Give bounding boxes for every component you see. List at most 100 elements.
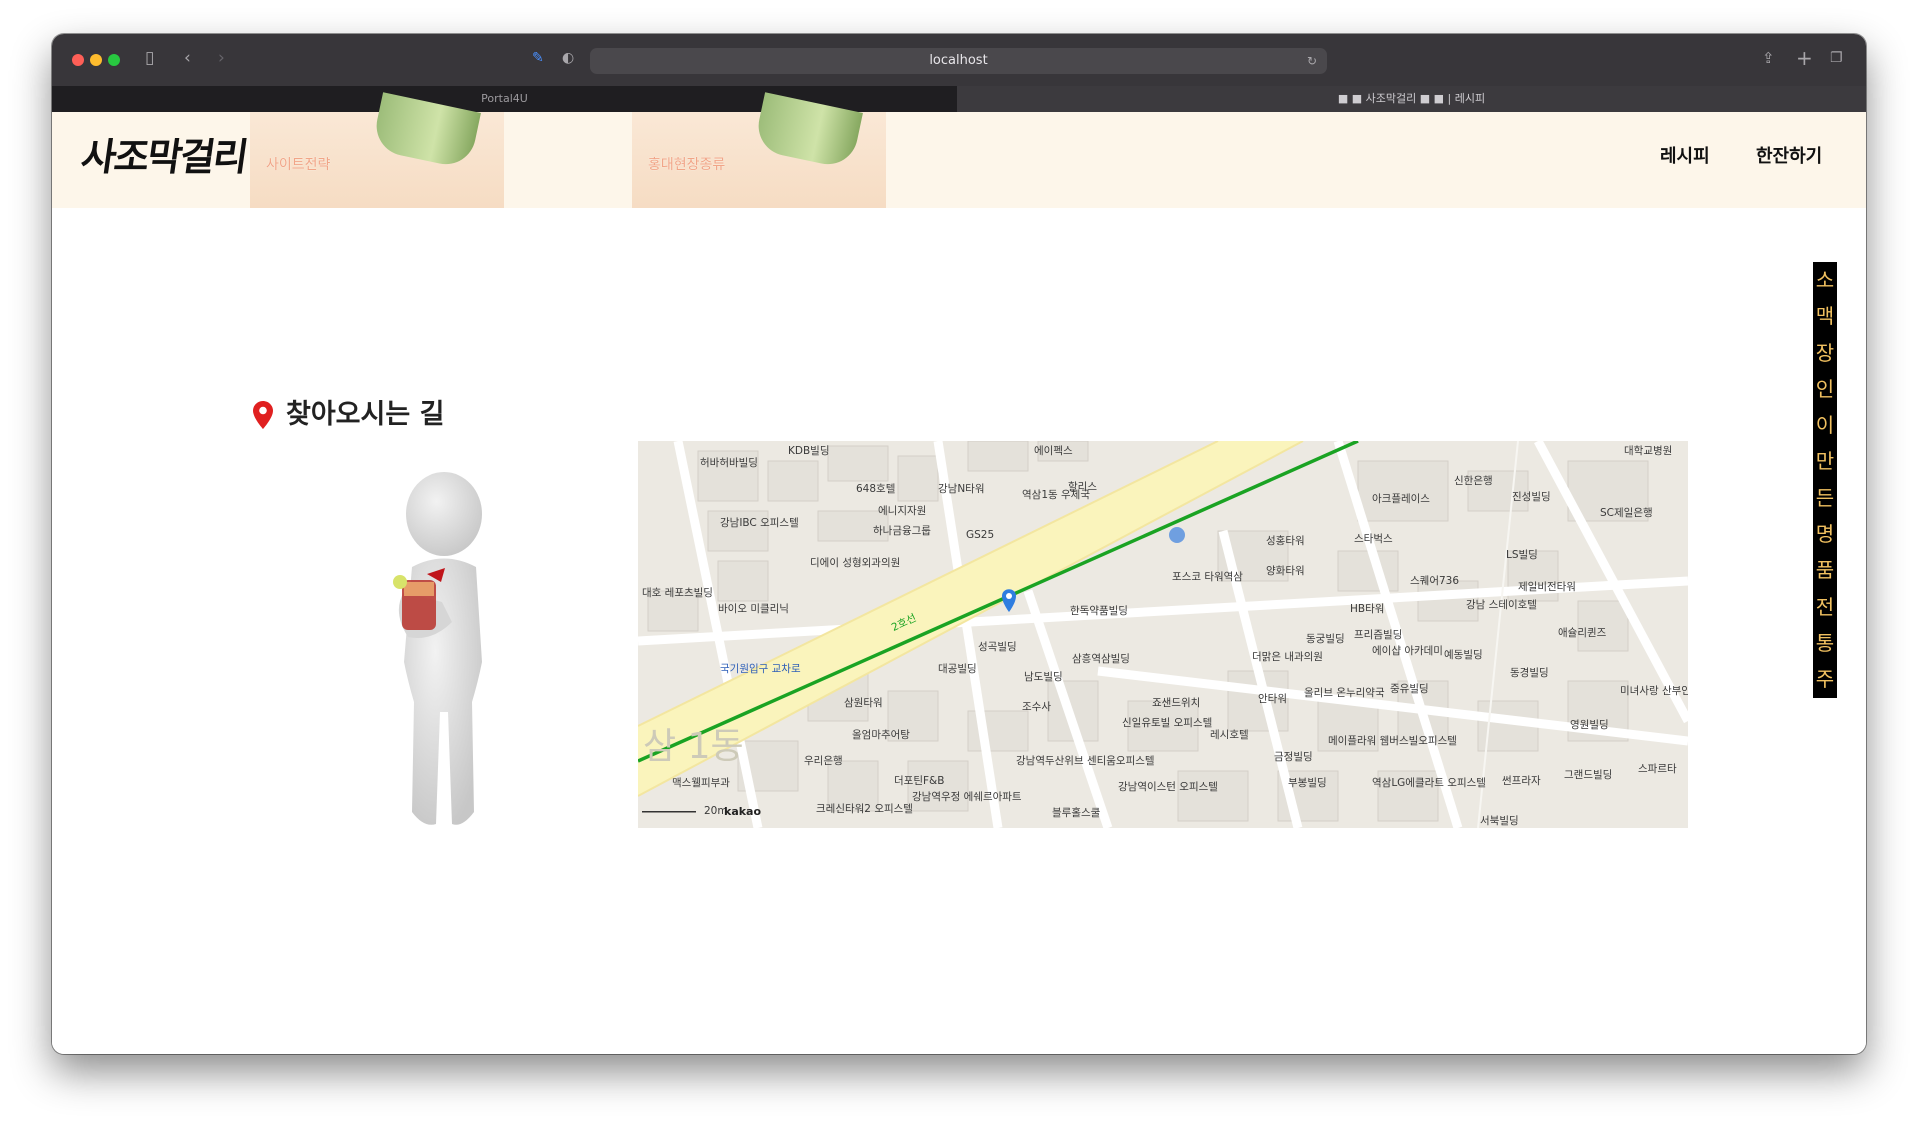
kakao-logo[interactable]: kakao xyxy=(724,805,761,818)
map-label: 죠샌드위치 xyxy=(1152,697,1201,709)
vertical-char: 맥 xyxy=(1815,304,1835,329)
address-text: localhost xyxy=(929,53,988,68)
map-label: 프리즘빌딩 xyxy=(1354,629,1403,641)
browser-window: ▯ ‹ › ✎ ◐ localhost ↻ ⇪ + ❐ Portal4U ■ ■… xyxy=(52,34,1866,1054)
vertical-char: 장 xyxy=(1815,340,1835,365)
nav-recipe[interactable]: 레시피 xyxy=(1660,142,1710,168)
nav-drink[interactable]: 한잔하기 xyxy=(1756,142,1822,168)
map-label: 강남역이스턴 오피스텔 xyxy=(1118,781,1218,793)
map-label: 스타벅스 xyxy=(1354,533,1393,545)
map-label: 삼원타워 xyxy=(844,697,883,709)
banner-panel-2: 홍대현장종류 xyxy=(632,92,886,208)
extension-icon[interactable]: ✎ xyxy=(532,48,544,68)
map-label: 강남역우정 에쉐르아파트 xyxy=(912,791,1022,803)
map-label: 에이펙스 xyxy=(1034,445,1073,457)
map-label: SC제일은행 xyxy=(1600,507,1653,519)
back-icon[interactable]: ‹ xyxy=(184,48,191,68)
map-label: 블루홀스쿨 xyxy=(1052,807,1101,819)
map-label: 하나금융그룹 xyxy=(873,525,931,537)
share-icon[interactable]: ⇪ xyxy=(1762,48,1775,68)
map-label: 조수사 xyxy=(1022,701,1051,713)
map-label: 동궁빌딩 xyxy=(1306,633,1345,645)
map-label: 에이샵 아카데미 xyxy=(1372,645,1443,657)
map-label: 대공빌딩 xyxy=(938,663,977,675)
map-label: 서북빌딩 xyxy=(1480,815,1519,827)
map-label: 중유빌딩 xyxy=(1390,683,1429,695)
map-label: 금정빌딩 xyxy=(1274,751,1313,763)
sidebar-toggle-icon[interactable]: ▯ xyxy=(145,48,154,68)
map-label: 스파르타 xyxy=(1638,763,1677,775)
vertical-char: 소 xyxy=(1815,268,1835,292)
site-logo[interactable]: 사조막걸리 xyxy=(78,126,251,181)
forward-icon[interactable]: › xyxy=(218,48,225,68)
map-label: 삼흥역삼빌딩 xyxy=(1072,653,1130,665)
location-pin-icon xyxy=(253,401,273,429)
address-bar[interactable]: localhost ↻ xyxy=(590,48,1327,74)
vertical-char: 전 xyxy=(1815,594,1835,619)
map-label: 신일유토빌 오피스텔 xyxy=(1122,717,1213,729)
map-label: 부봉빌딩 xyxy=(1288,777,1327,789)
map-label: 강남IBC 오피스텔 xyxy=(720,517,799,529)
map-label: 더맑은 내과의원 xyxy=(1252,651,1323,663)
map-label: 그랜드빌딩 xyxy=(1564,769,1613,781)
privacy-shield-icon[interactable]: ◐ xyxy=(562,48,574,68)
map-label: 스퀘어736 xyxy=(1410,575,1460,587)
minimize-window-button[interactable] xyxy=(90,54,102,66)
map-label: 메이플라워 웸버스빌오피스텔 xyxy=(1328,735,1457,747)
tab-bar: Portal4U ■ ■ 사조막걸리 ■ ■ | 레시피 xyxy=(52,86,1866,112)
banner-label-2: 홍대현장종류 xyxy=(648,157,726,173)
map-label: 대호 레포츠빌딩 xyxy=(642,587,713,599)
map-label: 포스코 타워역삼 xyxy=(1172,571,1243,583)
map-label: 에니지자원 xyxy=(878,505,927,517)
map-label: 강남 스테이호텔 xyxy=(1466,599,1537,611)
web-page: 사이트전략 홍대현장종류 사조막걸리 레시피 한잔하기 소 맥 장 인 이 만 … xyxy=(52,92,1866,1054)
map-label: 성곡빌딩 xyxy=(978,641,1017,653)
tab-sajo-recipe[interactable]: ■ ■ 사조막걸리 ■ ■ | 레시피 xyxy=(957,86,1866,112)
map-label: 강남역두산위브 센티움오피스텔 xyxy=(1016,755,1155,767)
map-label: 레시호텔 xyxy=(1210,729,1249,741)
map-label: KDB빌딩 xyxy=(788,445,830,457)
map-label: 양화타워 xyxy=(1266,565,1305,577)
map-label: 제일비전타워 xyxy=(1518,581,1576,593)
section-title: 찾아오시는 길 xyxy=(286,399,445,430)
map-label: 성홍타워 xyxy=(1266,535,1305,547)
vertical-char: 만 xyxy=(1815,449,1835,474)
map-label: LS빌딩 xyxy=(1506,549,1538,561)
desktop: ▯ ‹ › ✎ ◐ localhost ↻ ⇪ + ❐ Portal4U ■ ■… xyxy=(0,0,1918,1125)
map-label: 애슐리퀸즈 xyxy=(1558,627,1607,639)
map-label: 한독약품빌딩 xyxy=(1070,605,1128,617)
map-label: 썬프라자 xyxy=(1502,775,1541,787)
map-label: 영원빌딩 xyxy=(1570,719,1609,731)
vertical-char: 품 xyxy=(1815,558,1835,583)
tab-overview-icon[interactable]: ❐ xyxy=(1830,48,1843,68)
map-label: 올엄마추어탕 xyxy=(852,729,910,741)
site-header: 사이트전략 홍대현장종류 사조막걸리 레시피 한잔하기 xyxy=(52,92,1866,208)
vertical-char: 통 xyxy=(1815,630,1835,655)
map-label: 크레신타워2 오피스텔 xyxy=(816,803,913,815)
vertical-char: 명 xyxy=(1815,522,1835,547)
map-label: 예동빌딩 xyxy=(1444,649,1483,661)
map-label: 신한은행 xyxy=(1454,475,1493,487)
map-label: 진성빌딩 xyxy=(1512,491,1551,503)
map-label: 맥스웰피부과 xyxy=(672,777,730,789)
browser-toolbar: ▯ ‹ › ✎ ◐ localhost ↻ ⇪ + ❐ xyxy=(52,34,1866,86)
map-label: 동경빌딩 xyxy=(1510,667,1549,679)
map-label: 더포틴F&B xyxy=(894,775,945,787)
banner-panel-1: 사이트전략 xyxy=(250,92,504,208)
map-label: 바이오 미클리닉 xyxy=(718,603,789,615)
map-label: GS25 xyxy=(966,529,995,541)
mascot-figure-image xyxy=(393,472,482,825)
map-label: 648호텔 xyxy=(856,483,896,495)
map-label: 역삼LG에클라트 오피스텔 xyxy=(1372,777,1486,789)
reload-icon[interactable]: ↻ xyxy=(1307,48,1317,74)
map-label: 강남N타워 xyxy=(938,483,985,495)
map-label: 할리스 xyxy=(1068,481,1097,493)
vertical-char: 든 xyxy=(1815,485,1835,510)
zoom-window-button[interactable] xyxy=(108,54,120,66)
new-tab-icon[interactable]: + xyxy=(1796,48,1813,68)
vertical-char: 주 xyxy=(1815,667,1835,692)
close-window-button[interactable] xyxy=(72,54,84,66)
map-label: 올리브 온누리약국 xyxy=(1304,687,1385,699)
map-label: 우리은행 xyxy=(804,755,843,767)
location-map[interactable]: 삼 1동 2호선 KDB빌딩 허바허바빌딩 648호텔 강남N타워 에니지자원 … xyxy=(638,441,1688,828)
